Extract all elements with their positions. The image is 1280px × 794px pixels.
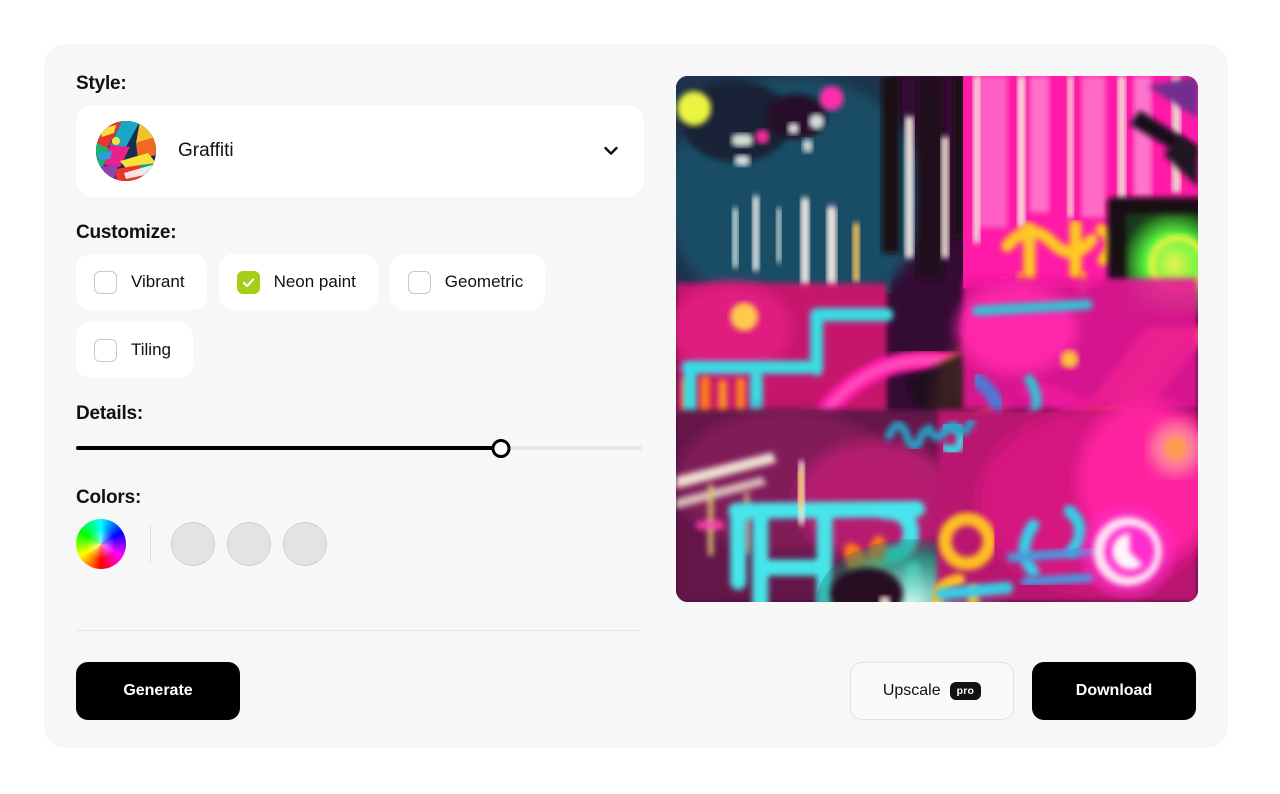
- controls-column: Style: Graffiti Customize: Vibrant Neon …: [76, 74, 644, 569]
- colors-divider: [150, 526, 151, 562]
- details-slider[interactable]: [76, 435, 642, 461]
- style-label: Style:: [76, 73, 127, 94]
- checkbox-geometric[interactable]: [407, 270, 431, 294]
- customize-option-neon-paint[interactable]: Neon paint: [218, 254, 378, 310]
- customize-label: Customize:: [76, 222, 177, 243]
- pro-badge: pro: [949, 682, 982, 700]
- customize-option-geometric[interactable]: Geometric: [389, 254, 546, 310]
- generated-image-preview[interactable]: [676, 76, 1198, 602]
- checkbox-neon-paint[interactable]: [236, 270, 260, 294]
- upscale-button-label: Upscale: [882, 682, 941, 699]
- section-divider: [76, 630, 642, 631]
- customize-option-tiling[interactable]: Tiling: [76, 322, 193, 378]
- customize-option-label: Geometric: [444, 272, 524, 291]
- colors-label: Colors:: [76, 487, 142, 508]
- graffiti-style-thumbnail: [96, 121, 156, 181]
- checkbox-vibrant[interactable]: [94, 270, 117, 294]
- details-label: Details:: [76, 403, 144, 424]
- customize-option-label: Neon paint: [273, 272, 356, 291]
- color-swatch-3[interactable]: [283, 522, 327, 566]
- style-selected-value: Graffiti: [178, 140, 234, 161]
- customize-option-vibrant[interactable]: Vibrant: [76, 254, 207, 310]
- style-select[interactable]: Graffiti: [76, 105, 644, 197]
- customize-option-label: Tiling: [131, 340, 171, 359]
- chevron-down-icon[interactable]: [600, 140, 622, 162]
- slider-track-fill: [76, 446, 501, 450]
- customize-option-label: Vibrant: [131, 272, 185, 291]
- generate-button[interactable]: Generate: [76, 662, 240, 720]
- customize-options: Vibrant Neon paint Geometric Tiling: [76, 254, 596, 378]
- colors-row: [76, 519, 644, 569]
- color-swatch-1[interactable]: [171, 522, 215, 566]
- color-wheel-icon[interactable]: [76, 519, 126, 569]
- color-swatch-2[interactable]: [227, 522, 271, 566]
- app-root: Style: Graffiti Customize: Vibrant Neon …: [0, 0, 1280, 794]
- slider-thumb[interactable]: [491, 438, 510, 458]
- download-button[interactable]: Download: [1032, 662, 1196, 720]
- upscale-button[interactable]: Upscale pro: [850, 662, 1014, 720]
- checkbox-tiling[interactable]: [94, 338, 117, 362]
- generator-panel: Style: Graffiti Customize: Vibrant Neon …: [44, 44, 1228, 748]
